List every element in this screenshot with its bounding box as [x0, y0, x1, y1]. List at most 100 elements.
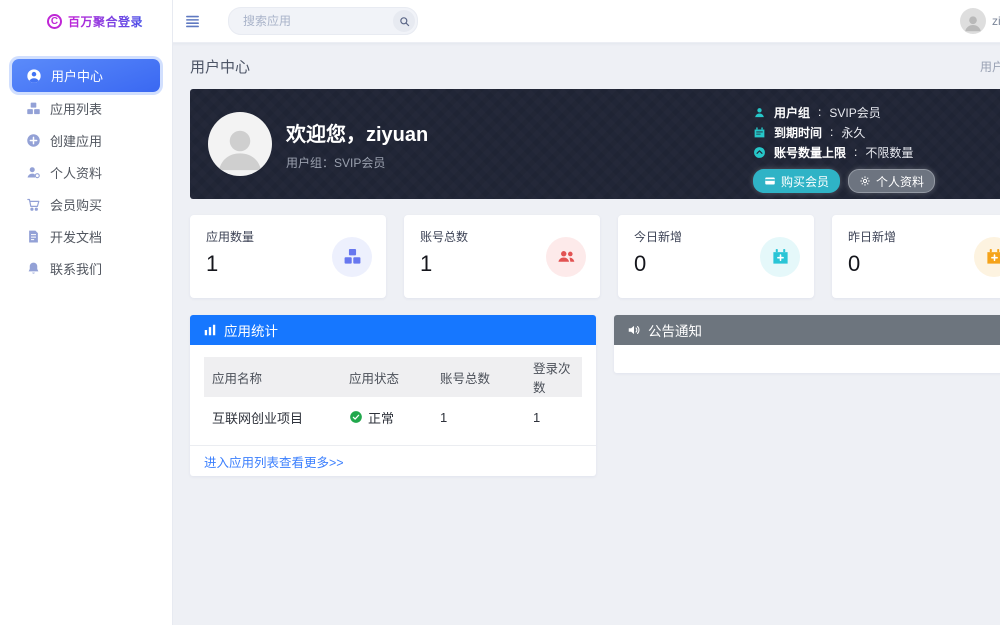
page-content: 用户中心 用户中心 欢迎您，ziyuan 用户组：SVIP会员 用户组 : SV…: [172, 43, 1000, 476]
info-separator: :: [818, 105, 821, 119]
hero-avatar: [208, 112, 272, 176]
sidebar-item-label: 开发文档: [50, 227, 102, 246]
info-label: 用户组: [774, 104, 810, 121]
check-circle-icon: [349, 410, 363, 424]
notice-panel: 公告通知: [614, 315, 1000, 373]
brand-c-icon: C: [47, 14, 62, 29]
app-name-cell: 互联网创业项目: [204, 397, 341, 437]
cart-icon: [26, 197, 41, 212]
table-row: 互联网创业项目 正常 1: [204, 397, 582, 437]
cubes-icon: [332, 237, 372, 277]
view-more-link[interactable]: 进入应用列表查看更多>>: [204, 452, 344, 471]
sidebar-item-label: 联系我们: [50, 259, 102, 278]
welcome-banner: 欢迎您，ziyuan 用户组：SVIP会员 用户组 : SVIP会员 到期时间 …: [190, 89, 1000, 199]
hamburger-menu-icon[interactable]: [184, 13, 201, 30]
gear-icon: [859, 175, 871, 187]
sidebar-item-contact[interactable]: 联系我们: [0, 252, 172, 284]
stat-card-account-total: 账号总数 1: [404, 215, 600, 298]
users-icon: [546, 237, 586, 277]
sidebar-item-docs[interactable]: 开发文档: [0, 220, 172, 252]
button-label: 购买会员: [781, 173, 829, 190]
navbar-username: ziyuan: [992, 14, 1000, 28]
button-label: 个人资料: [876, 173, 924, 190]
app-stats-table-wrap: 应用名称 应用状态 账号总数 登录次数 互联网创业项目: [190, 345, 596, 445]
calendar-icon: [753, 126, 766, 139]
arrow-up-circle-icon: [753, 146, 766, 159]
sidebar-item-label: 个人资料: [50, 163, 102, 182]
speaker-icon: [627, 323, 641, 337]
sidebar-item-create-app[interactable]: 创建应用: [0, 124, 172, 156]
app-stats-header: 应用统计: [190, 315, 596, 345]
app-stats-panel: 应用统计 应用名称 应用状态 账号总数 登录次数: [190, 315, 596, 476]
column-header: 账号总数: [432, 357, 525, 397]
info-value: 永久: [841, 124, 865, 141]
account-count-cell: 1: [432, 397, 525, 437]
info-row-usergroup: 用户组 : SVIP会员: [753, 102, 935, 122]
info-label: 账号数量上限: [774, 144, 846, 161]
column-header: 应用名称: [204, 357, 341, 397]
main-area: ziyuan 用户中心 用户中心 欢迎您，ziyuan 用户组：SVIP会员 用…: [172, 0, 1000, 625]
search-button[interactable]: [393, 10, 415, 32]
card-icon: [764, 175, 776, 187]
document-icon: [26, 229, 41, 244]
buy-membership-button[interactable]: 购买会员: [753, 169, 840, 193]
brand-logo[interactable]: C 百万聚合登录: [0, 0, 172, 42]
sidebar-menu: 用户中心 应用列表 创建应用 个人资料 会员购买: [0, 59, 172, 284]
stat-cards: 应用数量 1 账号总数 1 今日新增 0 昨日: [190, 215, 1000, 298]
app-stats-footer: 进入应用列表查看更多>>: [190, 445, 596, 476]
bell-icon: [26, 261, 41, 276]
user-circle-icon: [26, 68, 42, 84]
sidebar-item-label: 用户中心: [51, 66, 103, 85]
info-separator: :: [830, 125, 833, 139]
app-stats-table: 应用名称 应用状态 账号总数 登录次数 互联网创业项目: [204, 357, 582, 437]
column-header: 应用状态: [341, 357, 432, 397]
info-row-expiry: 到期时间 : 永久: [753, 122, 935, 142]
bar-chart-icon: [203, 323, 217, 337]
status-text: 正常: [368, 408, 394, 427]
app-status-cell: 正常: [341, 397, 432, 437]
user-avatar: [960, 8, 986, 34]
bottom-panels: 应用统计 应用名称 应用状态 账号总数 登录次数: [190, 315, 1000, 476]
stat-label: 昨日新增: [848, 228, 1000, 245]
notice-header: 公告通知: [614, 315, 1000, 345]
page-header: 用户中心 用户中心: [190, 43, 1000, 89]
membership-info: 用户组 : SVIP会员 到期时间 : 永久 账号数量上限 : 不限数量: [753, 102, 935, 193]
user-icon: [753, 106, 766, 119]
info-label: 到期时间: [774, 124, 822, 141]
plus-circle-icon: [26, 133, 41, 148]
page-title: 用户中心: [190, 56, 250, 77]
user-gear-icon: [26, 165, 41, 180]
info-row-account-limit: 账号数量上限 : 不限数量: [753, 142, 935, 162]
navbar-user-menu[interactable]: ziyuan: [960, 0, 1000, 42]
column-header: 登录次数: [525, 357, 582, 397]
hero-texts: 欢迎您，ziyuan 用户组：SVIP会员: [286, 118, 428, 171]
top-navbar: ziyuan: [172, 0, 1000, 43]
sidebar-item-label: 应用列表: [50, 99, 102, 118]
brand-name: 百万聚合登录: [68, 13, 143, 30]
info-value: SVIP会员: [829, 104, 880, 121]
app-search: [228, 7, 418, 35]
sidebar-item-membership[interactable]: 会员购买: [0, 188, 172, 220]
table-header-row: 应用名称 应用状态 账号总数 登录次数: [204, 357, 582, 397]
sidebar-item-app-list[interactable]: 应用列表: [0, 92, 172, 124]
notice-body: [614, 345, 1000, 373]
calendar-plus-icon: [760, 237, 800, 277]
sidebar-item-profile[interactable]: 个人资料: [0, 156, 172, 188]
profile-button[interactable]: 个人资料: [848, 169, 935, 193]
usergroup-caption: 用户组：SVIP会员: [286, 154, 428, 171]
login-count-cell: 1: [525, 397, 582, 437]
breadcrumb: 用户中心: [980, 58, 1000, 75]
info-separator: :: [854, 145, 857, 159]
sidebar-item-user-center[interactable]: 用户中心: [12, 59, 160, 92]
stat-card-new-yesterday: 昨日新增 0: [832, 215, 1000, 298]
stat-card-app-count: 应用数量 1: [190, 215, 386, 298]
stat-card-new-today: 今日新增 0: [618, 215, 814, 298]
info-value: 不限数量: [865, 144, 913, 161]
sidebar: C 百万聚合登录 用户中心 应用列表 创建应用 个人资料: [0, 0, 173, 625]
sidebar-item-label: 会员购买: [50, 195, 102, 214]
cubes-icon: [26, 101, 41, 116]
sidebar-item-label: 创建应用: [50, 131, 102, 150]
hero-buttons: 购买会员 个人资料: [753, 169, 935, 193]
panel-title: 应用统计: [224, 320, 278, 340]
welcome-message: 欢迎您，ziyuan: [286, 118, 428, 147]
